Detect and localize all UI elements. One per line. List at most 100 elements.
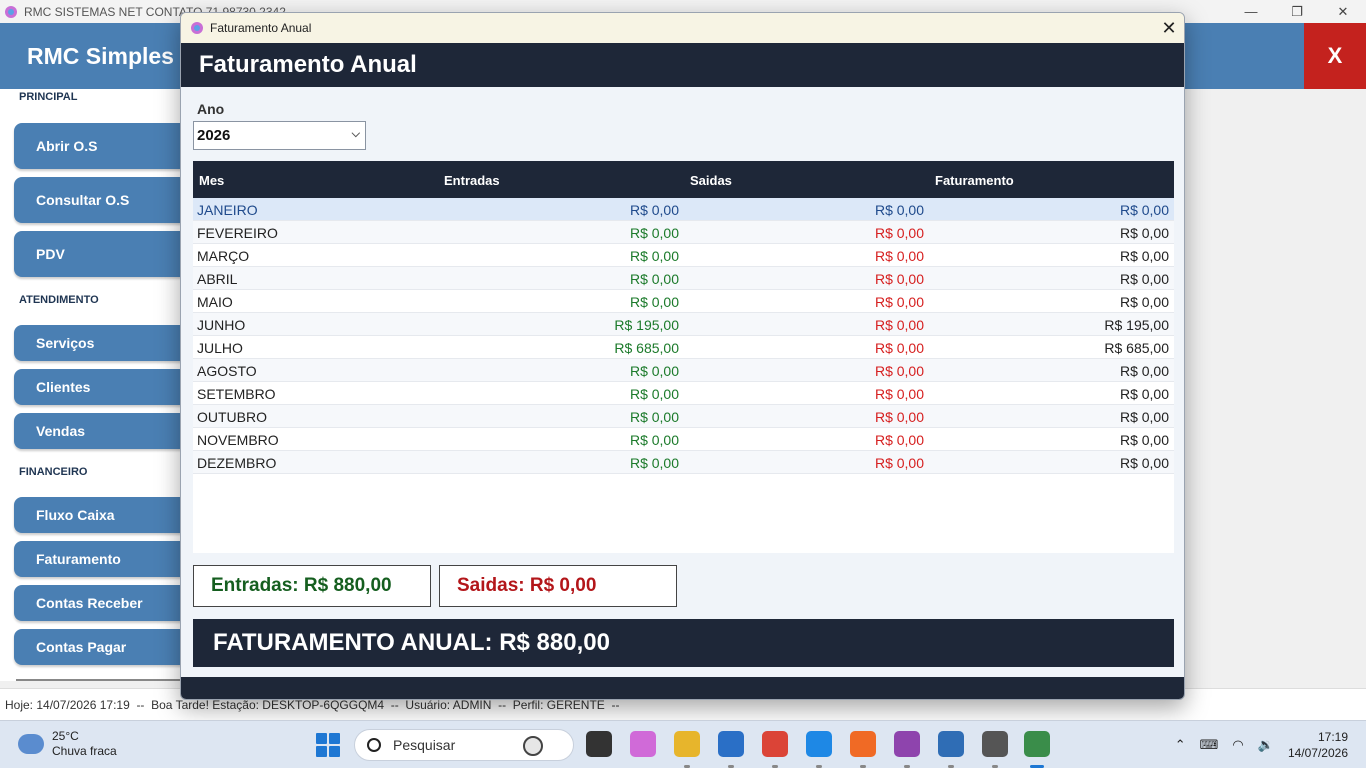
sidebar-item-label: Clientes bbox=[36, 379, 91, 395]
cell-faturamento: R$ 0,00 bbox=[1119, 294, 1169, 310]
taskbar-search[interactable]: Pesquisar bbox=[354, 729, 574, 761]
start-menu-icon[interactable] bbox=[316, 733, 340, 757]
sidebar-item-pdv[interactable]: PDV bbox=[14, 231, 194, 277]
cell-saidas: R$ 0,00 bbox=[874, 386, 924, 402]
table-row[interactable]: AGOSTO R$ 0,00 R$ 0,00 R$ 0,00 bbox=[193, 359, 1174, 382]
cell-entradas: R$ 0,00 bbox=[629, 294, 679, 310]
sidebar-item-abrir-os[interactable]: Abrir O.S bbox=[14, 123, 194, 169]
cell-entradas: R$ 0,00 bbox=[629, 225, 679, 241]
table-row[interactable]: FEVEREIRO R$ 0,00 R$ 0,00 R$ 0,00 bbox=[193, 221, 1174, 244]
file-explorer-icon[interactable] bbox=[674, 731, 700, 757]
clock-date: 14/07/2026 bbox=[1287, 746, 1348, 760]
dialog-title: Faturamento Anual bbox=[210, 21, 312, 35]
total-entradas-box: Entradas: R$ 880,00 bbox=[193, 565, 431, 607]
section-title-atendimento: ATENDIMENTO bbox=[19, 294, 99, 306]
cell-faturamento: R$ 0,00 bbox=[1119, 248, 1169, 264]
sidebar-divider bbox=[16, 679, 180, 681]
cell-faturamento: R$ 0,00 bbox=[1119, 386, 1169, 402]
column-header-faturamento[interactable]: Faturamento bbox=[935, 173, 1014, 188]
cell-entradas: R$ 0,00 bbox=[629, 202, 679, 218]
table-row[interactable]: MARÇO R$ 0,00 R$ 0,00 R$ 0,00 bbox=[193, 244, 1174, 267]
column-header-entradas[interactable]: Entradas bbox=[444, 173, 500, 188]
cell-mes: NOVEMBRO bbox=[197, 432, 279, 448]
dialog-close-button[interactable]: ✕ bbox=[1154, 13, 1184, 43]
column-header-saidas[interactable]: Saidas bbox=[690, 173, 732, 188]
cell-entradas: R$ 685,00 bbox=[614, 340, 679, 356]
cell-faturamento: R$ 0,00 bbox=[1119, 363, 1169, 379]
cell-faturamento: R$ 0,00 bbox=[1119, 225, 1169, 241]
minimize-button[interactable]: — bbox=[1228, 0, 1274, 23]
chevron-up-icon[interactable]: ⌃ bbox=[1175, 737, 1186, 753]
chrome-icon[interactable] bbox=[762, 731, 788, 757]
visual-studio-icon[interactable] bbox=[894, 731, 920, 757]
table-row[interactable]: JANEIRO R$ 0,00 R$ 0,00 R$ 0,00 bbox=[193, 198, 1174, 221]
restore-button[interactable]: ❐ bbox=[1274, 0, 1320, 23]
firefox-icon[interactable] bbox=[850, 731, 876, 757]
table-row[interactable]: SETEMBRO R$ 0,00 R$ 0,00 R$ 0,00 bbox=[193, 382, 1174, 405]
sidebar-item-clientes[interactable]: Clientes bbox=[14, 369, 194, 405]
sidebar-item-label: PDV bbox=[36, 246, 65, 262]
table-row[interactable]: MAIO R$ 0,00 R$ 0,00 R$ 0,00 bbox=[193, 290, 1174, 313]
cell-faturamento: R$ 0,00 bbox=[1119, 432, 1169, 448]
dialog-footer bbox=[181, 677, 1184, 699]
cell-entradas: R$ 0,00 bbox=[629, 409, 679, 425]
clock-time: 17:19 bbox=[1317, 730, 1348, 744]
soccer-ball-icon bbox=[523, 736, 543, 756]
table-row[interactable]: JULHO R$ 685,00 R$ 0,00 R$ 685,00 bbox=[193, 336, 1174, 359]
year-select[interactable]: 2026 ⌵ bbox=[193, 121, 366, 150]
wifi-icon[interactable]: ◠ bbox=[1232, 737, 1243, 753]
settings-icon[interactable] bbox=[982, 731, 1008, 757]
year-label: Ano bbox=[197, 101, 225, 117]
task-view-icon[interactable] bbox=[586, 731, 612, 757]
copilot-icon[interactable] bbox=[630, 731, 656, 757]
app-close-button[interactable]: X bbox=[1304, 23, 1366, 89]
weather-widget[interactable]: 25°C Chuva fraca bbox=[18, 729, 117, 759]
sidebar-item-label: Vendas bbox=[36, 423, 86, 439]
faturamento-table[interactable]: Mes Entradas Saidas Faturamento JANEIRO R… bbox=[193, 161, 1174, 553]
sidebar-item-servicos[interactable]: Serviços bbox=[14, 325, 194, 361]
cell-saidas: R$ 0,00 bbox=[874, 363, 924, 379]
sidebar: PRINCIPAL Abrir O.S Consultar O.S PDV AT… bbox=[0, 89, 194, 681]
microsoft-store-icon[interactable] bbox=[718, 731, 744, 757]
cell-faturamento: R$ 0,00 bbox=[1119, 409, 1169, 425]
keyboard-icon[interactable]: ⌨ bbox=[1200, 737, 1219, 753]
chevron-down-icon: ⌵ bbox=[351, 128, 360, 140]
table-row[interactable]: DEZEMBRO R$ 0,00 R$ 0,00 R$ 0,00 bbox=[193, 451, 1174, 474]
column-header-mes[interactable]: Mes bbox=[199, 173, 224, 188]
table-row[interactable]: NOVEMBRO R$ 0,00 R$ 0,00 R$ 0,00 bbox=[193, 428, 1174, 451]
cell-mes: JANEIRO bbox=[197, 202, 258, 218]
sidebar-item-contas-pagar[interactable]: Contas Pagar bbox=[14, 629, 194, 665]
cell-mes: MAIO bbox=[197, 294, 233, 310]
notepad-icon[interactable] bbox=[938, 731, 964, 757]
cell-entradas: R$ 0,00 bbox=[629, 363, 679, 379]
cell-entradas: R$ 0,00 bbox=[629, 432, 679, 448]
cell-mes: OUTUBRO bbox=[197, 409, 267, 425]
sidebar-item-faturamento[interactable]: Faturamento bbox=[14, 541, 194, 577]
section-title-principal: PRINCIPAL bbox=[19, 91, 78, 103]
cell-entradas: R$ 0,00 bbox=[629, 248, 679, 264]
sidebar-item-contas-receber[interactable]: Contas Receber bbox=[14, 585, 194, 621]
rmc-app-icon[interactable] bbox=[1024, 731, 1050, 757]
cell-entradas: R$ 195,00 bbox=[614, 317, 679, 333]
table-row[interactable]: JUNHO R$ 195,00 R$ 0,00 R$ 195,00 bbox=[193, 313, 1174, 336]
cell-mes: SETEMBRO bbox=[197, 386, 276, 402]
sidebar-item-vendas[interactable]: Vendas bbox=[14, 413, 194, 449]
table-row[interactable]: ABRIL R$ 0,00 R$ 0,00 R$ 0,00 bbox=[193, 267, 1174, 290]
year-value: 2026 bbox=[197, 127, 231, 144]
volume-icon[interactable]: 🔉 bbox=[1258, 737, 1274, 753]
sidebar-item-consultar-os[interactable]: Consultar O.S bbox=[14, 177, 194, 223]
clock[interactable]: 17:19 14/07/2026 bbox=[1288, 729, 1348, 761]
faturamento-anual-total: FATURAMENTO ANUAL: R$ 880,00 bbox=[193, 619, 1174, 667]
sidebar-item-fluxo-caixa[interactable]: Fluxo Caixa bbox=[14, 497, 194, 533]
cell-entradas: R$ 0,00 bbox=[629, 271, 679, 287]
cell-mes: DEZEMBRO bbox=[197, 455, 277, 471]
sidebar-item-label: Fluxo Caixa bbox=[36, 507, 115, 523]
cell-mes: JULHO bbox=[197, 340, 243, 356]
sidebar-item-label: Contas Receber bbox=[36, 595, 143, 611]
cell-faturamento: R$ 685,00 bbox=[1104, 340, 1169, 356]
sidebar-item-label: Consultar O.S bbox=[36, 192, 130, 208]
table-row[interactable]: OUTUBRO R$ 0,00 R$ 0,00 R$ 0,00 bbox=[193, 405, 1174, 428]
vscode-icon[interactable] bbox=[806, 731, 832, 757]
cell-faturamento: R$ 195,00 bbox=[1104, 317, 1169, 333]
close-window-button[interactable]: ✕ bbox=[1320, 0, 1366, 23]
